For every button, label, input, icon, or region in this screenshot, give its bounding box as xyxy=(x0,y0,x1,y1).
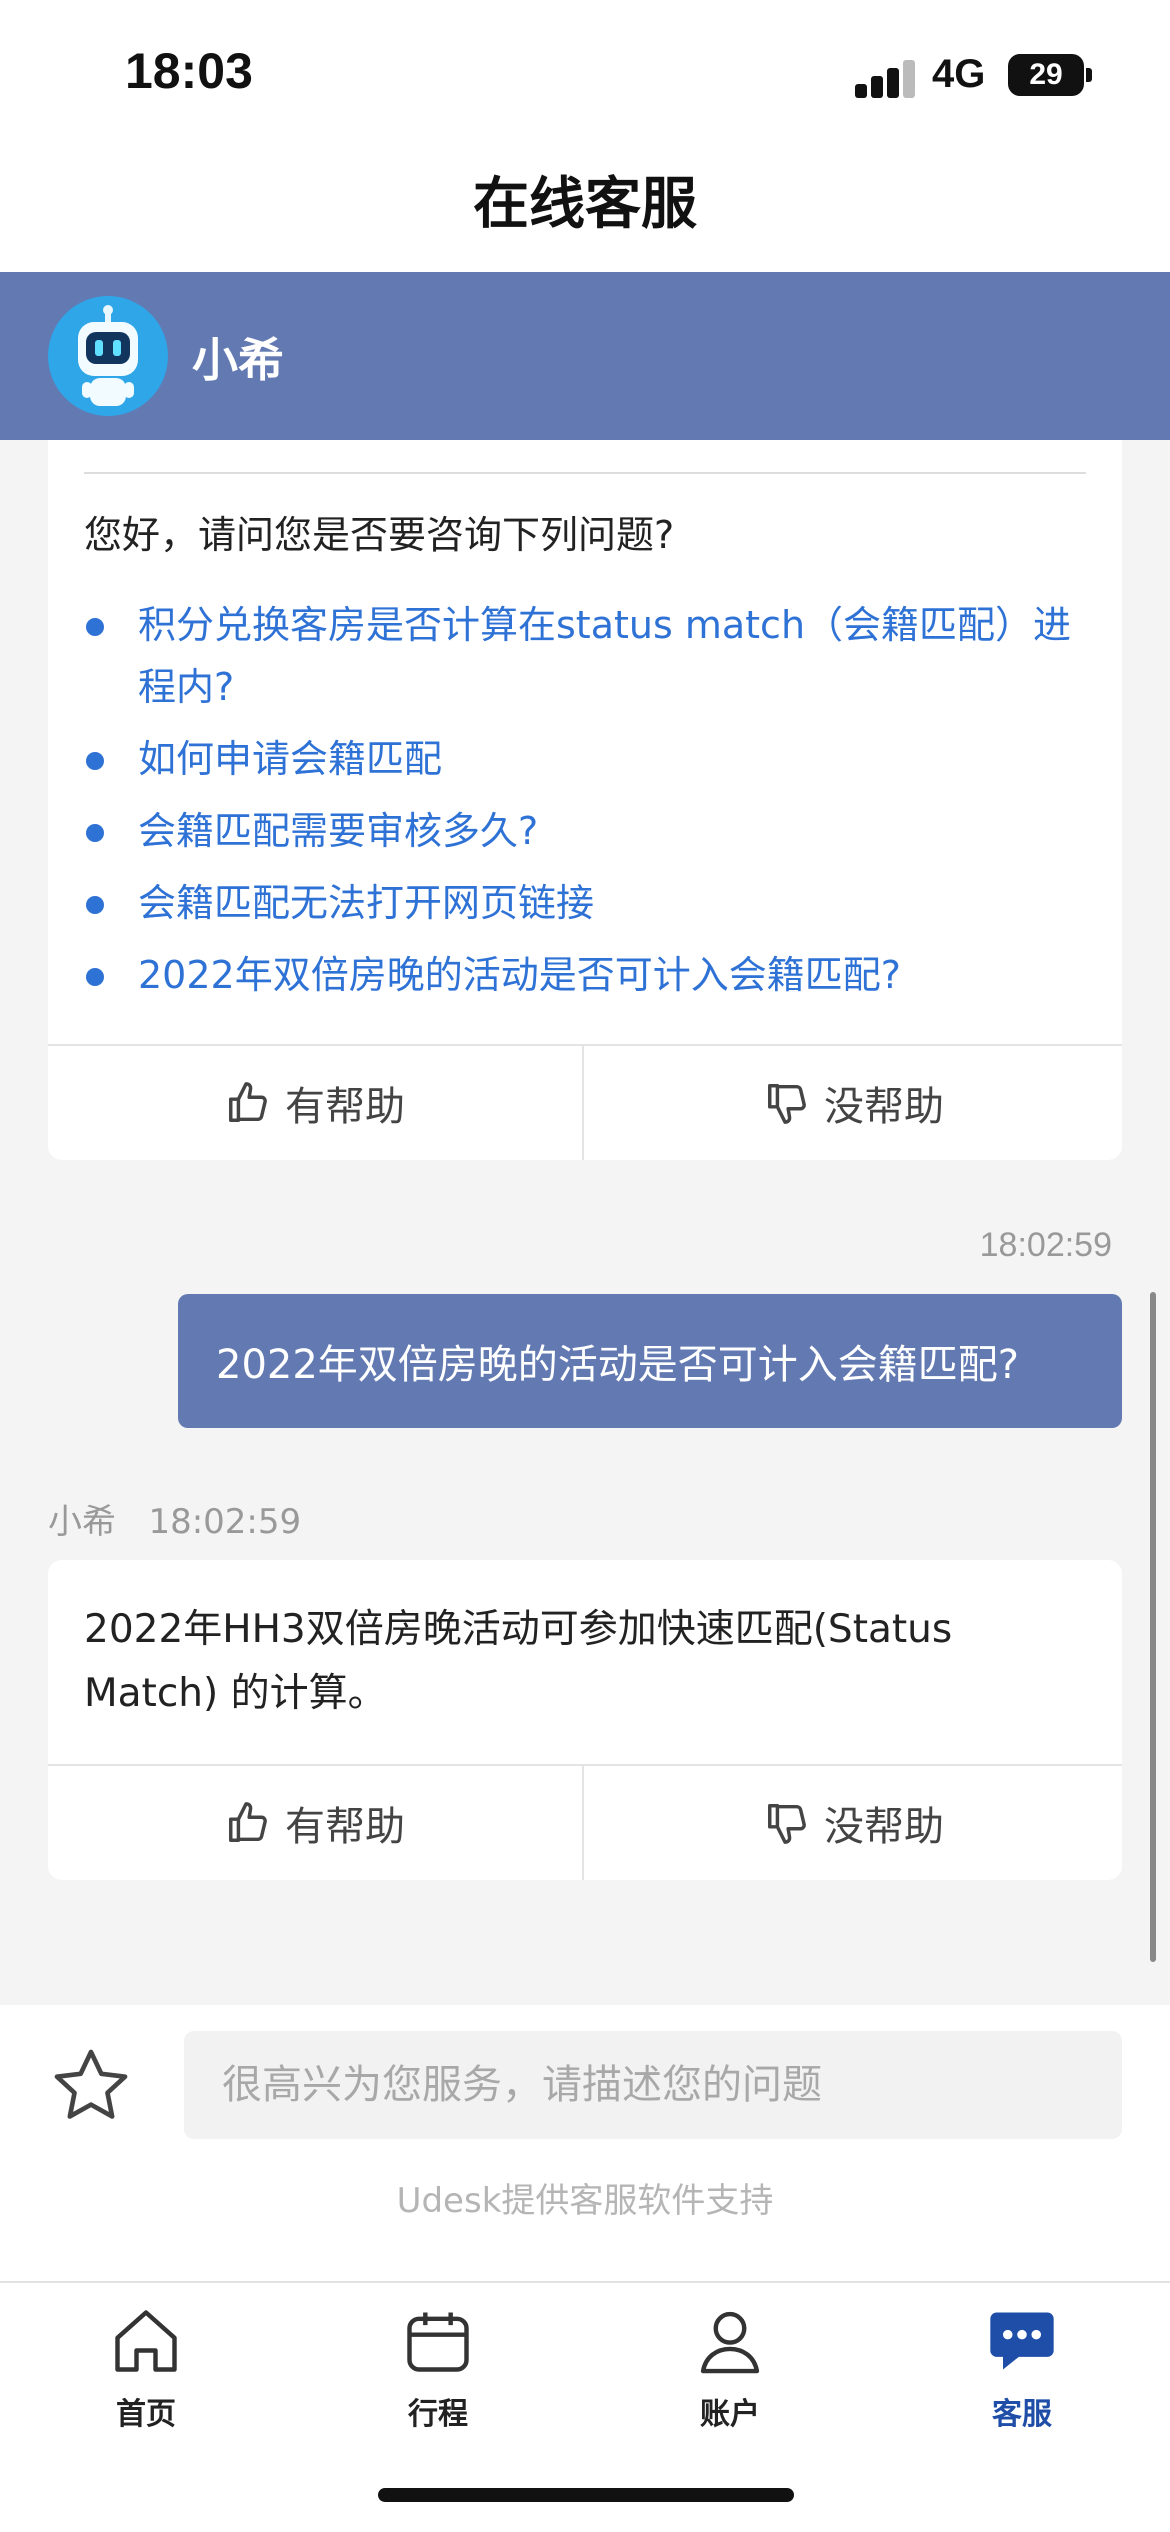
question-text: 如何申请会籍匹配 xyxy=(138,737,443,781)
robot-avatar xyxy=(48,296,168,416)
bot-reply-card: 2022年HH3双倍房晚活动可参加快速匹配(Status Match) 的计算。… xyxy=(48,1560,1122,1880)
thumbs-up-icon xyxy=(229,1082,267,1122)
status-bar: 18:03 4G 29 xyxy=(0,0,1170,150)
question-link[interactable]: 会籍匹配需要审核多久? xyxy=(84,800,1084,862)
question-list: 积分兑换客房是否计算在status match（会籍匹配）进程内? 如何申请会籍… xyxy=(84,594,1084,1016)
message-input[interactable] xyxy=(184,2031,1122,2139)
signal-icon xyxy=(855,58,917,98)
home-icon xyxy=(115,2310,177,2372)
message-timestamp: 18:02:59 xyxy=(979,1226,1112,1264)
tab-label: 行程 xyxy=(408,2397,468,2432)
suggestion-card: 您好，请问您是否要咨询下列问题? 积分兑换客房是否计算在status match… xyxy=(48,440,1122,1160)
status-time: 18:03 xyxy=(125,43,253,99)
feedback-row: 有帮助 没帮助 xyxy=(48,1764,1122,1880)
unhelpful-label: 没帮助 xyxy=(824,1084,944,1130)
tab-label: 首页 xyxy=(116,2397,176,2432)
bullet-dot xyxy=(86,896,104,914)
chat-area[interactable]: 您好，请问您是否要咨询下列问题? 积分兑换客房是否计算在status match… xyxy=(0,440,1170,2005)
helpful-label: 有帮助 xyxy=(285,1804,405,1850)
battery-level: 29 xyxy=(1029,58,1063,91)
question-text: 2022年双倍房晚的活动是否可计入会籍匹配? xyxy=(138,953,901,997)
tab-itinerary[interactable]: 行程 xyxy=(338,2303,538,2433)
unhelpful-button[interactable]: 没帮助 xyxy=(586,1046,1122,1160)
thumbs-down-icon xyxy=(768,1804,806,1844)
bot-message-meta: 小希 18:02:59 xyxy=(48,1494,301,1543)
composer: Udesk提供客服软件支持 xyxy=(0,2005,1170,2281)
user-icon xyxy=(700,2311,760,2374)
question-link[interactable]: 积分兑换客房是否计算在status match（会籍匹配）进程内? xyxy=(84,594,1084,718)
feedback-row: 有帮助 没帮助 xyxy=(48,1044,1122,1160)
question-link[interactable]: 2022年双倍房晚的活动是否可计入会籍匹配? xyxy=(84,944,1084,1006)
agent-header: 小希 xyxy=(0,272,1170,440)
home-indicator xyxy=(378,2488,794,2502)
question-text: 会籍匹配需要审核多久? xyxy=(138,809,539,853)
bot-message-time: 18:02:59 xyxy=(148,1502,302,1542)
bullet-dot xyxy=(86,824,104,842)
tab-label: 账户 xyxy=(700,2397,760,2432)
unhelpful-label: 没帮助 xyxy=(824,1804,944,1850)
helpful-label: 有帮助 xyxy=(285,1084,405,1130)
tab-account[interactable]: 账户 xyxy=(630,2303,830,2433)
unhelpful-button[interactable]: 没帮助 xyxy=(586,1766,1122,1880)
question-text: 会籍匹配无法打开网页链接 xyxy=(138,881,595,925)
tab-service[interactable]: 客服 xyxy=(922,2303,1122,2433)
thumbs-down-icon xyxy=(768,1084,806,1124)
page-title: 在线客服 xyxy=(473,172,697,237)
user-message-text: 2022年双倍房晚的活动是否可计入会籍匹配? xyxy=(216,1342,1020,1388)
powered-by-text: Udesk提供客服软件支持 xyxy=(396,2181,774,2221)
helpful-button[interactable]: 有帮助 xyxy=(48,1766,584,1880)
user-message-bubble: 2022年双倍房晚的活动是否可计入会籍匹配? xyxy=(178,1294,1122,1428)
thumbs-up-icon xyxy=(229,1802,267,1842)
scrollbar[interactable] xyxy=(1150,1292,1156,1962)
network-type: 4G xyxy=(932,52,986,96)
chat-icon xyxy=(990,2312,1054,2370)
star-icon[interactable] xyxy=(48,2043,134,2133)
question-text: 积分兑换客房是否计算在status match（会籍匹配）进程内? xyxy=(138,603,1072,709)
agent-name: 小希 xyxy=(192,333,284,387)
battery-tip xyxy=(1086,68,1092,82)
question-link[interactable]: 会籍匹配无法打开网页链接 xyxy=(84,872,1084,934)
tab-home[interactable]: 首页 xyxy=(46,2303,246,2433)
tab-label: 客服 xyxy=(992,2397,1052,2432)
bot-reply-text: 2022年HH3双倍房晚活动可参加快速匹配(Status Match) 的计算。 xyxy=(84,1607,953,1716)
greeting-text: 您好，请问您是否要咨询下列问题? xyxy=(84,513,675,557)
bullet-dot xyxy=(86,618,104,636)
bullet-dot xyxy=(86,968,104,986)
battery-icon: 29 xyxy=(1008,54,1084,96)
helpful-button[interactable]: 有帮助 xyxy=(48,1046,584,1160)
calendar-icon xyxy=(407,2312,469,2372)
bullet-dot xyxy=(86,752,104,770)
bot-sender-name: 小希 xyxy=(48,1502,116,1542)
nav-title-bar: 在线客服 xyxy=(0,150,1170,272)
question-link[interactable]: 如何申请会籍匹配 xyxy=(84,728,1084,790)
card-divider xyxy=(84,472,1086,474)
